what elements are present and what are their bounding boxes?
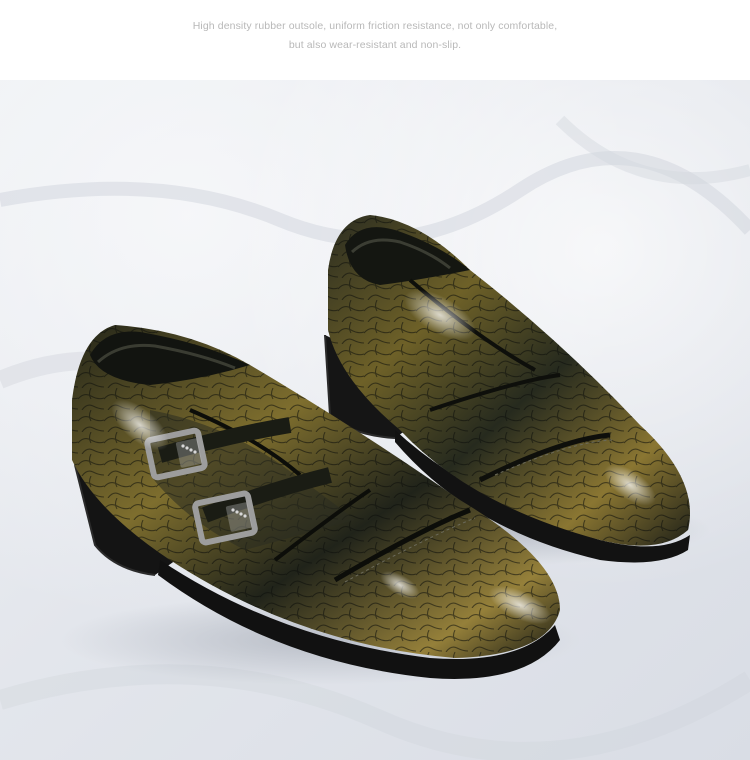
shoes-photo-illustration (0, 80, 750, 760)
caption-block: High density rubber outsole, uniform fri… (0, 0, 750, 80)
caption-line-2: but also wear-resistant and non-slip. (288, 39, 462, 51)
product-detail-panel: High density rubber outsole, uniform fri… (0, 0, 750, 760)
product-photo (0, 80, 750, 760)
caption-line-1: High density rubber outsole, uniform fri… (192, 20, 558, 32)
